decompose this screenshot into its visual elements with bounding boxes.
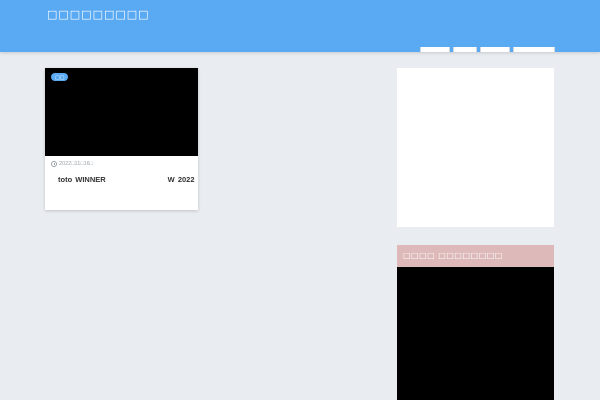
post-thumbnail[interactable]: □□ <box>45 68 198 156</box>
post-date: 2022□11□16□ <box>51 161 93 167</box>
post-card[interactable]: □□ 2022□11□16□ toto WINNER W 2022 <box>45 68 198 210</box>
sidebar-widget: □□□□ □□□□□□□□ <box>397 245 554 400</box>
nav-item[interactable] <box>453 47 477 53</box>
post-title-part: W 2022 <box>167 175 195 184</box>
nav-item[interactable] <box>480 47 510 53</box>
site-title-link[interactable]: □□□□□□□□□ <box>47 8 150 21</box>
category-badge[interactable]: □□ <box>51 73 69 81</box>
widget-media[interactable] <box>397 267 554 400</box>
post-title[interactable]: toto WINNER W 2022 <box>58 175 198 184</box>
post-date-text: 2022□11□16□ <box>59 161 94 167</box>
sidebar-ad-box <box>397 68 554 227</box>
nav-item[interactable] <box>420 47 450 53</box>
post-title-part: toto WINNER <box>58 175 106 184</box>
nav-item[interactable] <box>513 47 555 53</box>
global-nav <box>420 47 555 53</box>
clock-icon <box>51 161 57 167</box>
site-header: □□□□□□□□□ <box>0 0 600 53</box>
widget-title: □□□□ □□□□□□□□ <box>397 245 554 267</box>
